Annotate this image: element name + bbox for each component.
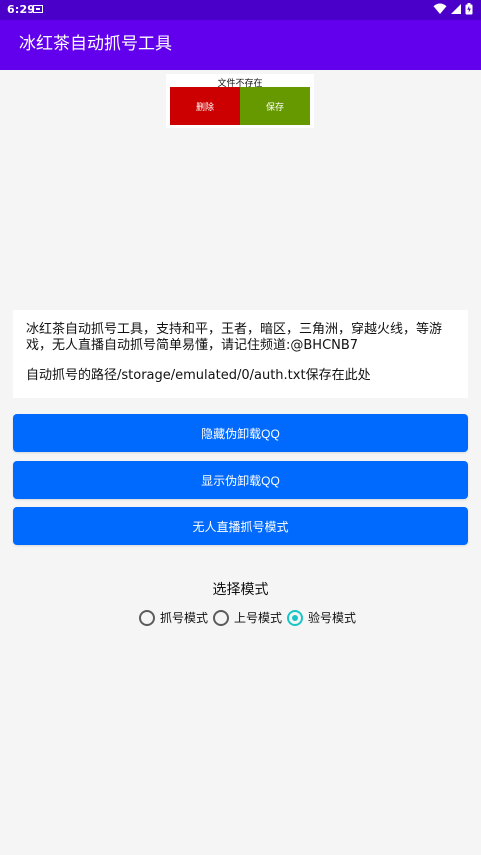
info-text-line-2: 戏，无人直播自动抓号简单易懂，请记住频道:@BHCNB7 bbox=[26, 338, 359, 353]
radio-button[interactable] bbox=[213, 609, 230, 626]
mode-section-title: 选择模式 bbox=[212, 582, 269, 598]
radio-label-capture-mode: 抓号模式 bbox=[160, 611, 209, 625]
radio-option-capture-mode[interactable]: 抓号模式 bbox=[139, 609, 208, 626]
app-title: 冰红茶自动抓号工具 bbox=[19, 34, 172, 54]
delete-button[interactable]: 删除 bbox=[170, 87, 240, 125]
battery-icon bbox=[465, 3, 473, 15]
file-dialog-banner: 文件不存在 删除 保存 bbox=[166, 74, 314, 128]
mode-radio-group: 抓号模式 上号模式 验号模式 bbox=[139, 609, 356, 626]
radio-button[interactable] bbox=[139, 609, 155, 626]
radio-option-verify-mode[interactable]: 验号模式 bbox=[287, 609, 356, 626]
app-bar: 冰红茶自动抓号工具 bbox=[0, 20, 481, 70]
hide-fake-uninstall-qq-button[interactable]: 隐藏伪卸载QQ bbox=[13, 414, 468, 452]
radio-option-login-mode[interactable]: 上号模式 bbox=[213, 609, 282, 626]
radio-button-selected[interactable] bbox=[287, 609, 304, 626]
wifi-icon bbox=[433, 3, 447, 15]
cellular-signal-icon bbox=[451, 4, 461, 14]
show-fake-uninstall-qq-button[interactable]: 显示伪卸载QQ bbox=[13, 461, 468, 499]
radio-label-login-mode: 上号模式 bbox=[234, 611, 283, 625]
status-indicators bbox=[433, 3, 473, 15]
save-button[interactable]: 保存 bbox=[240, 87, 310, 125]
status-bar: 6:29 bbox=[0, 0, 481, 20]
info-panel: 冰红茶自动抓号工具，支持和平，王者，暗区，三角洲，穿越火线，等游 戏，无人直播自… bbox=[13, 310, 468, 398]
radio-label-verify-mode: 验号模式 bbox=[308, 611, 357, 625]
sim-card-icon bbox=[33, 5, 43, 13]
auth-path-text: 自动抓号的路径/storage/emulated/0/auth.txt保存在此处 bbox=[26, 368, 371, 383]
unattended-live-capture-mode-button[interactable]: 无人直播抓号模式 bbox=[13, 507, 468, 545]
info-text-line-1: 冰红茶自动抓号工具，支持和平，王者，暗区，三角洲，穿越火线，等游 bbox=[26, 322, 443, 337]
status-time: 6:29 bbox=[7, 3, 36, 16]
